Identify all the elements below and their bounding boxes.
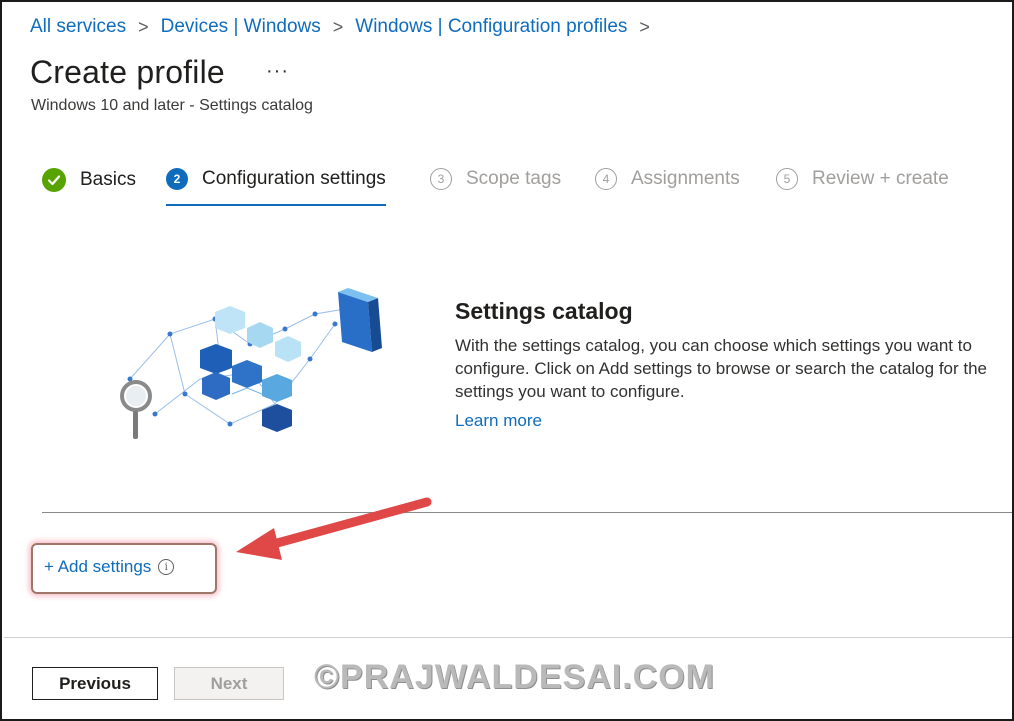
watermark: ©PRAJWALDESAI.COM [314, 658, 715, 696]
page-title: Create profile [30, 54, 225, 90]
tab-label: Basics [80, 169, 136, 190]
settings-catalog-illustration [120, 288, 382, 439]
more-options-icon[interactable]: ··· [266, 60, 289, 83]
step-number: 2 [166, 168, 188, 190]
tab-scope-tags[interactable]: 3 Scope tags [430, 168, 561, 190]
tab-assignments[interactable]: 4 Assignments [595, 168, 740, 190]
tab-label: Configuration settings [202, 168, 386, 189]
step-number: 5 [776, 168, 798, 190]
chevron-right-icon: > [138, 16, 149, 37]
chevron-right-icon: > [639, 16, 650, 37]
annotation-arrow-icon [236, 497, 432, 560]
previous-button[interactable]: Previous [32, 667, 158, 700]
tab-basics[interactable]: Basics [42, 168, 136, 192]
active-tab-underline [166, 204, 386, 206]
settings-catalog-description: With the settings catalog, you can choos… [455, 336, 988, 401]
add-settings-link[interactable]: + Add settings i [44, 557, 175, 577]
tab-configuration-settings[interactable]: 2 Configuration settings [166, 168, 386, 206]
step-number: 3 [430, 168, 452, 190]
add-settings-label: + Add settings [44, 557, 152, 576]
breadcrumb-devices-windows[interactable]: Devices | Windows [161, 16, 321, 38]
step-number: 4 [595, 168, 617, 190]
settings-catalog-heading: Settings catalog [455, 298, 633, 324]
learn-more-link[interactable]: Learn more [455, 411, 542, 431]
checkmark-icon [42, 168, 66, 192]
page-subtitle: Windows 10 and later - Settings catalog [31, 97, 313, 114]
info-icon[interactable]: i [158, 559, 175, 575]
tab-label: Review + create [812, 168, 949, 189]
tab-review-create[interactable]: 5 Review + create [776, 168, 949, 190]
footer-divider [4, 637, 1012, 638]
create-profile-panel: All services > Devices | Windows > Windo… [0, 0, 1014, 721]
breadcrumb-configuration-profiles[interactable]: Windows | Configuration profiles [355, 16, 627, 38]
breadcrumb: All services > Devices | Windows > Windo… [30, 16, 662, 38]
tab-label: Assignments [631, 168, 740, 189]
chevron-right-icon: > [332, 16, 344, 37]
breadcrumb-all-services[interactable]: All services [30, 16, 126, 38]
tab-label: Scope tags [466, 168, 562, 189]
section-divider [42, 512, 1012, 513]
next-button[interactable]: Next [174, 667, 284, 700]
